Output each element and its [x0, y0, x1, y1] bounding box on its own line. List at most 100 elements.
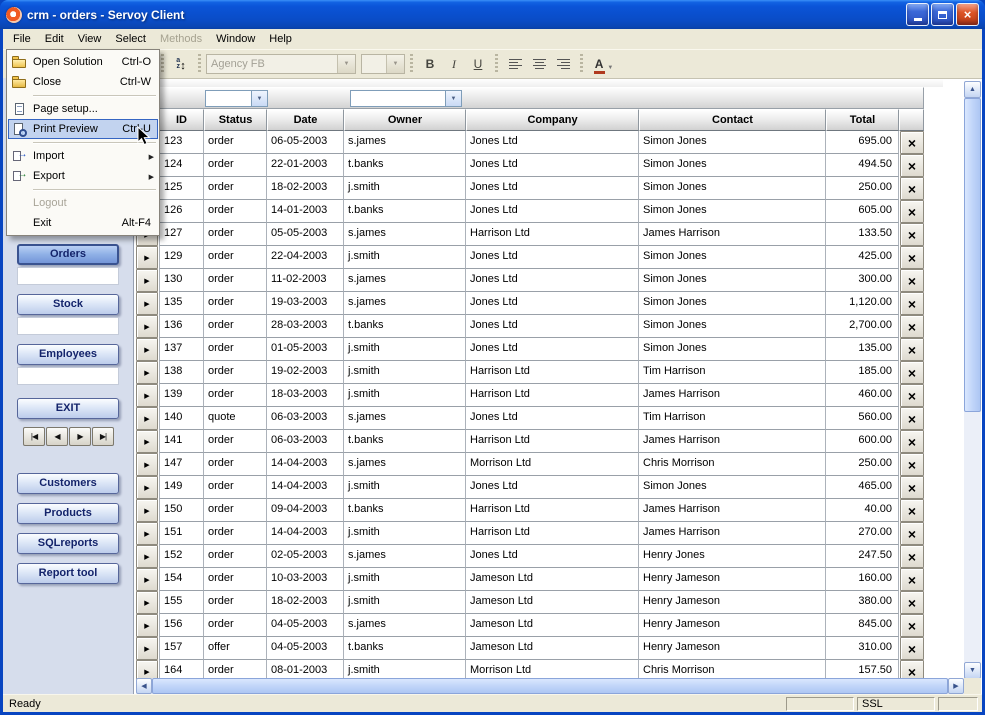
- row-delete-button[interactable]: [900, 476, 924, 499]
- row-delete-button[interactable]: [900, 522, 924, 545]
- owner-filter-select[interactable]: [350, 90, 462, 107]
- file-menu-item-import[interactable]: Import: [8, 146, 158, 166]
- sort-button[interactable]: [169, 53, 193, 75]
- last-record-button[interactable]: [92, 427, 114, 446]
- row-delete-button[interactable]: [900, 660, 924, 679]
- menubar-item-select[interactable]: Select: [108, 30, 153, 48]
- row-select-button[interactable]: [136, 361, 158, 384]
- column-header-owner[interactable]: Owner: [344, 109, 466, 131]
- file-menu-item-close[interactable]: CloseCtrl-W: [8, 72, 158, 92]
- horizontal-scroll-track[interactable]: [152, 678, 948, 694]
- status-filter-select[interactable]: [205, 90, 268, 107]
- status-filter-dropdown-arrow-icon[interactable]: [251, 91, 267, 106]
- sidebar-field-stock[interactable]: [17, 317, 119, 335]
- column-header-status[interactable]: Status: [204, 109, 267, 131]
- row-select-button[interactable]: [136, 246, 158, 269]
- row-delete-button[interactable]: [900, 292, 924, 315]
- row-select-button[interactable]: [136, 591, 158, 614]
- sidebar-button-employees[interactable]: Employees: [17, 344, 119, 365]
- row-delete-button[interactable]: [900, 246, 924, 269]
- row-delete-button[interactable]: [900, 223, 924, 246]
- underline-button[interactable]: U: [466, 53, 490, 75]
- row-delete-button[interactable]: [900, 200, 924, 223]
- row-select-button[interactable]: [136, 384, 158, 407]
- column-header-id[interactable]: ID: [159, 109, 204, 131]
- row-select-button[interactable]: [136, 545, 158, 568]
- sidebar-field-orders[interactable]: [17, 267, 119, 285]
- minimize-button[interactable]: [906, 3, 929, 26]
- row-delete-button[interactable]: [900, 499, 924, 522]
- horizontal-scrollbar[interactable]: [136, 678, 964, 694]
- row-delete-button[interactable]: [900, 269, 924, 292]
- scroll-right-button[interactable]: [948, 678, 964, 694]
- row-delete-button[interactable]: [900, 545, 924, 568]
- row-select-button[interactable]: [136, 476, 158, 499]
- sidebar-field-employees[interactable]: [17, 367, 119, 385]
- sidebar-button-report-tool[interactable]: Report tool: [17, 563, 119, 584]
- font-size-dropdown-arrow-icon[interactable]: [386, 55, 404, 73]
- file-menu-item-open-solution[interactable]: Open SolutionCtrl-O: [8, 52, 158, 72]
- row-select-button[interactable]: [136, 522, 158, 545]
- menubar-item-methods[interactable]: Methods: [153, 30, 209, 48]
- row-select-button[interactable]: [136, 499, 158, 522]
- menubar-item-edit[interactable]: Edit: [38, 30, 71, 48]
- row-delete-button[interactable]: [900, 154, 924, 177]
- row-delete-button[interactable]: [900, 430, 924, 453]
- bold-button[interactable]: B: [418, 53, 442, 75]
- vertical-scrollbar[interactable]: [964, 81, 981, 679]
- next-record-button[interactable]: [69, 427, 91, 446]
- horizontal-scroll-thumb[interactable]: [152, 678, 948, 694]
- menubar-item-file[interactable]: File: [6, 30, 38, 48]
- row-select-button[interactable]: [136, 637, 158, 660]
- row-select-button[interactable]: [136, 292, 158, 315]
- row-select-button[interactable]: [136, 315, 158, 338]
- row-select-button[interactable]: [136, 407, 158, 430]
- file-menu-item-exit[interactable]: ExitAlt-F4: [8, 213, 158, 233]
- row-delete-button[interactable]: [900, 407, 924, 430]
- row-select-button[interactable]: [136, 269, 158, 292]
- row-delete-button[interactable]: [900, 637, 924, 660]
- row-delete-button[interactable]: [900, 131, 924, 154]
- italic-button[interactable]: I: [442, 53, 466, 75]
- scroll-left-button[interactable]: [136, 678, 152, 694]
- font-family-dropdown-arrow-icon[interactable]: [337, 55, 355, 73]
- sidebar-button-customers[interactable]: Customers: [17, 473, 119, 494]
- row-delete-button[interactable]: [900, 384, 924, 407]
- sidebar-button-stock[interactable]: Stock: [17, 294, 119, 315]
- row-delete-button[interactable]: [900, 614, 924, 637]
- row-delete-button[interactable]: [900, 568, 924, 591]
- align-right-button[interactable]: [551, 53, 575, 75]
- first-record-button[interactable]: [23, 427, 45, 446]
- file-menu-item-logout[interactable]: Logout: [8, 193, 158, 213]
- row-delete-button[interactable]: [900, 361, 924, 384]
- row-delete-button[interactable]: [900, 177, 924, 200]
- column-header-date[interactable]: Date: [267, 109, 344, 131]
- menubar-item-help[interactable]: Help: [262, 30, 299, 48]
- row-select-button[interactable]: [136, 430, 158, 453]
- align-center-button[interactable]: [527, 53, 551, 75]
- font-size-select[interactable]: [361, 54, 405, 74]
- column-header-company[interactable]: Company: [466, 109, 639, 131]
- sidebar-button-products[interactable]: Products: [17, 503, 119, 524]
- row-select-button[interactable]: [136, 568, 158, 591]
- row-delete-button[interactable]: [900, 591, 924, 614]
- file-menu-item-print-preview[interactable]: Print PreviewCtrl-U: [8, 119, 158, 139]
- sidebar-button-exit[interactable]: EXIT: [17, 398, 119, 419]
- vertical-scroll-track[interactable]: [964, 98, 981, 662]
- column-header-contact[interactable]: Contact: [639, 109, 826, 131]
- sidebar-button-sqlreports[interactable]: SQLreports: [17, 533, 119, 554]
- file-menu-item-page-setup[interactable]: Page setup...: [8, 99, 158, 119]
- maximize-button[interactable]: [931, 3, 954, 26]
- row-delete-button[interactable]: [900, 338, 924, 361]
- file-menu-item-export[interactable]: Export: [8, 166, 158, 186]
- row-select-button[interactable]: [136, 660, 158, 679]
- font-family-select[interactable]: Agency FB: [206, 54, 356, 74]
- scroll-up-button[interactable]: [964, 81, 981, 98]
- menubar-item-window[interactable]: Window: [209, 30, 262, 48]
- row-select-button[interactable]: [136, 453, 158, 476]
- menubar-item-view[interactable]: View: [71, 30, 109, 48]
- close-button[interactable]: [956, 3, 979, 26]
- column-header-total[interactable]: Total: [826, 109, 899, 131]
- row-select-button[interactable]: [136, 338, 158, 361]
- row-select-button[interactable]: [136, 614, 158, 637]
